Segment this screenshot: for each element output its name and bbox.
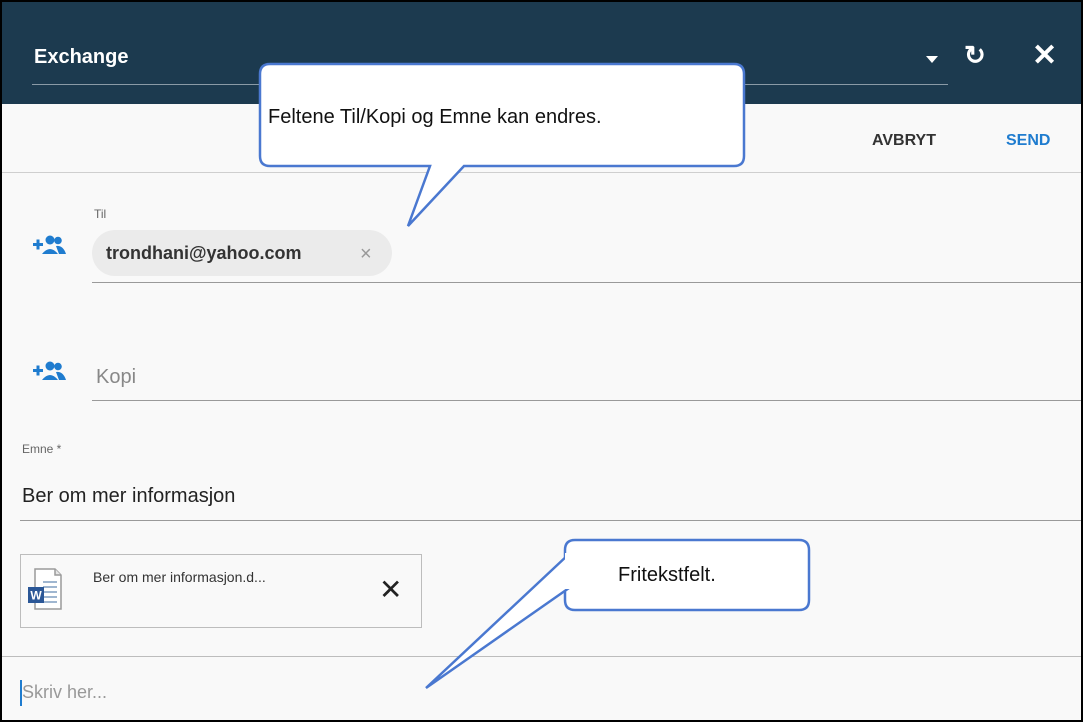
compose-window: Exchange ↻ ✕ AVBRYT SEND Til trondhani@y… (0, 0, 1083, 722)
callout-editable-fields-bubble (258, 62, 746, 227)
callout-tail-joint (565, 553, 571, 589)
callout-editable-fields-text: Feltene Til/Kopi og Emne kan endres. (268, 106, 602, 128)
callout-free-text-tail (425, 553, 570, 690)
callout-free-text-text: Fritekstfelt. (618, 564, 716, 586)
